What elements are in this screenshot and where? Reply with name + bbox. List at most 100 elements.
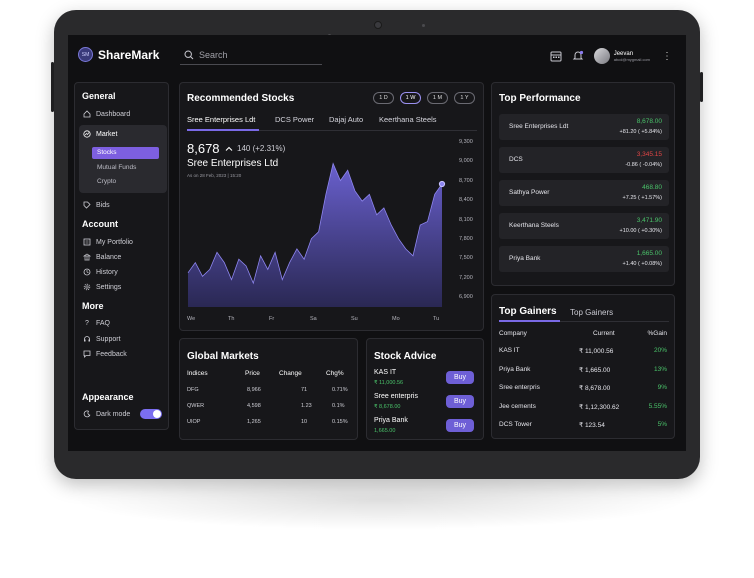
company-cell: DCS Tower (499, 421, 532, 428)
column-header-price: Price (245, 370, 260, 377)
stock-name: Sree Enterprises Ldt (509, 123, 569, 130)
stock-change: +1.40 ( +0.08%) (622, 261, 662, 267)
x-tick-label: Th (228, 316, 235, 322)
change-cell: 71 (301, 387, 308, 393)
advice-stock-price: ₹ 11,000.56 (374, 380, 404, 386)
x-tick-label: Mo (392, 316, 400, 322)
stock-change: +7.25 ( +1.57%) (622, 195, 662, 201)
more-menu-icon[interactable]: ⋮ (662, 51, 672, 62)
sidebar-item-market[interactable]: Market (83, 130, 117, 138)
recommended-stocks-panel: Recommended Stocks 1 D 1 W 1 M 1 Y Sree … (179, 82, 484, 331)
sidebar-item-faq[interactable]: ? FAQ (83, 320, 110, 327)
gain-cell: 5.55% (648, 402, 667, 410)
user-info[interactable]: Jeevan abcd@mygmail.com (614, 51, 650, 62)
stock-advice-title: Stock Advice (374, 351, 437, 362)
stock-price: 3,471.90 (636, 217, 662, 224)
performance-row[interactable]: Priya Bank 1,665.00 +1.40 ( +0.08%) (499, 246, 669, 272)
advice-stock-name: Priya Bank (374, 417, 408, 424)
logo[interactable]: SM ShareMark (78, 47, 159, 62)
moon-icon (83, 410, 91, 418)
stock-name: DCS (509, 156, 523, 163)
y-tick-label: 8,700 (459, 177, 473, 184)
price-cell: 4,598 (247, 403, 261, 409)
buy-button[interactable]: Buy (446, 419, 474, 432)
advice-stock-price: ₹ 8,678.00 (374, 404, 401, 410)
search-placeholder: Search (199, 50, 228, 60)
stock-advice-panel: Stock Advice KAS IT ₹ 11,000.56 Buy Sree en… (366, 338, 484, 440)
top-bar: SM ShareMark Search Jeevan abcd@mygmail.… (68, 35, 686, 77)
gain-cell: 5% (657, 421, 667, 428)
sidebar-item-mutual-funds[interactable]: Mutual Funds (97, 164, 136, 171)
company-cell: KAS IT (499, 347, 520, 354)
sidebar-item-history[interactable]: History (83, 268, 118, 276)
performance-row[interactable]: Sree Enterprises Ldt 8,678.00 +81.20 ( +5.… (499, 114, 669, 140)
avatar[interactable] (593, 48, 610, 64)
gear-icon (83, 283, 91, 291)
advice-stock-name: KAS IT (374, 369, 397, 376)
advice-stock-price: 1,665.00 (374, 428, 396, 434)
buy-button[interactable]: Buy (446, 371, 474, 384)
sidebar-item-label: Market (96, 130, 118, 138)
section-account: Account (82, 219, 118, 229)
sidebar-item-label: Dashboard (96, 110, 131, 118)
global-markets-panel: Global Markets Indices Price Change Chg%… (179, 338, 358, 440)
tab-top-gainers[interactable]: Top Gainers (499, 306, 557, 317)
y-tick-label: 7,800 (459, 236, 473, 242)
sidebar-item-dashboard[interactable]: Dashboard (83, 110, 130, 118)
sidebar-item-label: Bids (96, 201, 110, 209)
sidebar-item-label: Support (96, 335, 121, 343)
chart-point[interactable] (438, 180, 446, 188)
sidebar-item-support[interactable]: Support (83, 335, 121, 343)
column-header-chg: Chg% (326, 370, 344, 377)
current-cell: ₹ 1,12,300.62 (579, 403, 620, 411)
price-chart[interactable] (180, 83, 485, 332)
stock-name: Keerthana Steels (509, 222, 559, 229)
question-icon: ? (85, 320, 89, 327)
headset-icon (84, 336, 90, 342)
bell-icon[interactable] (572, 50, 584, 62)
performance-row[interactable]: Sathya Power 468.80 +7.25 ( +1.57%) (499, 180, 669, 206)
dark-mode-toggle[interactable] (140, 409, 162, 419)
sidebar-item-portfolio[interactable]: My Portfolio (83, 238, 133, 246)
column-header-indices: Indices (187, 370, 208, 377)
performance-row[interactable]: DCS 3,345.15 -0.86 ( -0.04%) (499, 147, 669, 173)
sidebar-item-bids[interactable]: Bids (83, 201, 110, 209)
company-cell: Priya Bank (499, 365, 531, 373)
sidebar-item-label: Settings (96, 283, 122, 291)
sidebar-item-crypto[interactable]: Crypto (97, 178, 116, 185)
device-shadow (70, 470, 690, 530)
performance-row[interactable]: Keerthana Steels 3,471.90 +10.00 ( +0.30%) (499, 213, 669, 239)
x-tick-label: Fr (269, 316, 275, 322)
x-tick-label: Su (351, 316, 358, 322)
sidebar: General Dashboard Market Stocks Mutual F… (74, 82, 169, 430)
tab-top-gainers-secondary[interactable]: Top Gainers (570, 308, 613, 317)
sidebar-item-label: Feedback (96, 350, 127, 358)
index-cell: QWER (187, 403, 205, 409)
chat-icon (83, 350, 91, 358)
app-screen: SM ShareMark Search Jeevan abcd@mygmail.… (68, 35, 686, 451)
sidebar-item-stocks[interactable]: Stocks (97, 149, 117, 156)
stock-price: 1,665.00 (636, 250, 662, 257)
sensor-dot (422, 24, 425, 27)
current-cell: ₹ 123.54 (579, 422, 605, 429)
gain-cell: 9% (657, 384, 667, 391)
tag-icon (83, 201, 91, 209)
y-tick-label: 8,100 (459, 216, 473, 223)
active-tab-indicator (499, 320, 560, 322)
sidebar-item-balance[interactable]: Balance (83, 253, 121, 261)
calendar-icon[interactable] (550, 50, 562, 62)
global-markets-title: Global Markets (187, 351, 259, 362)
dark-mode-label: Dark mode (96, 410, 131, 418)
sidebar-item-settings[interactable]: Settings (83, 283, 121, 291)
company-cell: Jee cements (499, 402, 536, 410)
sidebar-item-feedback[interactable]: Feedback (83, 350, 127, 358)
buy-button[interactable]: Buy (446, 395, 474, 408)
section-appearance: Appearance (82, 392, 134, 402)
search-input[interactable]: Search (180, 46, 322, 65)
current-cell: ₹ 8,678.00 (579, 385, 611, 392)
portfolio-icon (83, 238, 91, 246)
y-tick-label: 7,200 (459, 274, 473, 281)
column-header-gain: %Gain (647, 330, 667, 337)
logo-badge: SM (78, 47, 93, 62)
gain-cell: 20% (653, 347, 667, 354)
